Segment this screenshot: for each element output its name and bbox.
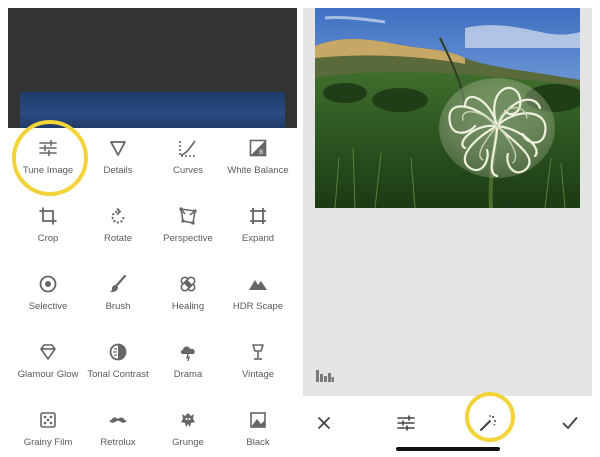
image-preview — [8, 8, 297, 128]
expand-icon — [250, 208, 266, 224]
tool-grunge[interactable]: Grunge — [152, 400, 224, 457]
tool-label: Retrolux — [100, 437, 136, 448]
tool-crop[interactable]: Crop — [12, 196, 84, 262]
tool-label: Selective — [28, 301, 68, 312]
bandage-icon — [180, 276, 196, 292]
tool-label: White Balance — [227, 165, 289, 176]
curves-icon — [179, 140, 196, 157]
selective-icon — [39, 275, 57, 293]
tool-label: Grunge — [172, 437, 204, 448]
perspective-icon — [179, 207, 197, 225]
lamp-icon — [252, 344, 264, 360]
tool-grainy-film[interactable]: Grainy Film — [12, 400, 84, 457]
auto-enhance-highlight — [465, 392, 515, 442]
mustache-icon — [109, 417, 127, 423]
cloud-icon — [180, 346, 195, 362]
home-indicator — [396, 447, 500, 451]
tool-label: Healing — [171, 301, 205, 312]
rotate-icon — [111, 207, 125, 224]
tool-black-white[interactable]: Black — [222, 400, 294, 457]
tool-label: Crop — [37, 233, 59, 244]
tool-details[interactable]: Details — [82, 128, 154, 194]
svg-text:B: B — [259, 150, 263, 156]
tool-healing[interactable]: Healing — [152, 264, 224, 330]
tool-vintage[interactable]: Vintage — [222, 332, 294, 398]
tool-label: Grainy Film — [23, 437, 73, 448]
tool-label: Drama — [173, 369, 203, 380]
tool-brush[interactable]: Brush — [82, 264, 154, 330]
tool-label: Black — [246, 437, 270, 448]
panel-divider — [300, 0, 302, 457]
tool-expand[interactable]: Expand — [222, 196, 294, 262]
black-white-icon — [250, 412, 266, 428]
tool-tonal-contrast[interactable]: Tonal Contrast — [82, 332, 154, 398]
bottom-toolbar — [303, 396, 592, 457]
tonal-contrast-icon — [109, 343, 127, 361]
tool-selective[interactable]: Selective — [12, 264, 84, 330]
dandelion-photo — [315, 8, 580, 208]
tool-label: Expand — [241, 233, 275, 244]
tool-label: Brush — [105, 301, 131, 312]
mountain-icon — [249, 280, 267, 290]
tools-screen: Tune Image Details Curves B White Balanc… — [8, 8, 297, 457]
tool-label: Curves — [172, 165, 204, 176]
tool-label: Tonal Contrast — [87, 369, 149, 380]
tool-white-balance[interactable]: B White Balance — [222, 128, 294, 194]
tool-label: Rotate — [104, 233, 132, 244]
grunge-icon — [181, 413, 195, 427]
tool-drama[interactable]: Drama — [152, 332, 224, 398]
tool-retrolux[interactable]: Retrolux — [82, 400, 154, 457]
tool-hdr-scape[interactable]: HDR Scape — [222, 264, 294, 330]
histogram-icon[interactable] — [316, 368, 334, 387]
sliders-icon — [397, 415, 415, 431]
tool-label: Glamour Glow — [17, 369, 79, 380]
diamond-icon — [40, 344, 56, 360]
tool-glamour-glow[interactable]: Glamour Glow — [12, 332, 84, 398]
cancel-button[interactable] — [311, 410, 337, 436]
dice-icon — [40, 412, 56, 428]
triangle-icon — [110, 141, 126, 156]
tool-label: Details — [103, 165, 133, 176]
tune-image-highlight — [12, 120, 88, 196]
tool-curves[interactable]: Curves — [152, 128, 224, 194]
brush-icon — [110, 274, 127, 293]
adjust-button[interactable] — [393, 410, 419, 436]
editor-screen — [303, 8, 592, 457]
tool-label: Perspective — [163, 233, 213, 244]
checkmark-icon — [562, 417, 578, 429]
photo-canvas[interactable] — [315, 8, 580, 208]
close-icon — [318, 417, 330, 429]
tool-label: Vintage — [241, 369, 275, 380]
tool-label: HDR Scape — [232, 301, 284, 312]
apply-button[interactable] — [557, 410, 583, 436]
white-balance-icon: B — [249, 139, 267, 157]
crop-icon — [39, 207, 57, 225]
tool-perspective[interactable]: Perspective — [152, 196, 224, 262]
tool-rotate[interactable]: Rotate — [82, 196, 154, 262]
